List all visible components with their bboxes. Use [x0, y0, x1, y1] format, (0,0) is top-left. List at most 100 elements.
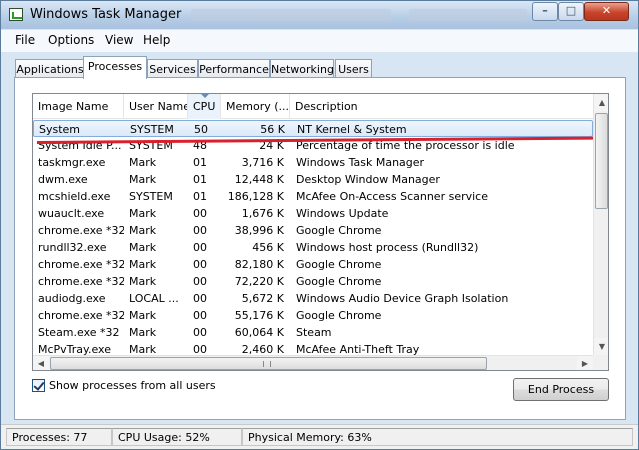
- cell-cpu: 00: [193, 275, 207, 288]
- cell-image: dwm.exe: [38, 173, 88, 186]
- cell-cpu: 00: [193, 258, 207, 271]
- table-row[interactable]: audiodg.exe LOCAL ... 00 5,672 K Windows Aud…: [33, 290, 593, 307]
- table-row[interactable]: mcshield.exe SYSTEM 01 186,128 K McAfee On-A…: [33, 188, 593, 205]
- cell-cpu: 00: [193, 326, 207, 339]
- scroll-up-icon[interactable]: ▲: [594, 94, 608, 111]
- background-taskbar-ghost: [409, 9, 527, 21]
- cell-cpu: 00: [193, 207, 207, 220]
- cell-memory: 456 K: [252, 241, 284, 254]
- menu-view[interactable]: View: [105, 33, 133, 47]
- cell-description: Windows host process (Rundll32): [296, 241, 479, 254]
- cell-cpu: 00: [193, 292, 207, 305]
- cell-description: Google Chrome: [296, 309, 382, 322]
- sort-arrow-icon: [201, 94, 209, 98]
- tab-processes[interactable]: Processes: [83, 56, 147, 79]
- tab-performance[interactable]: Performance: [198, 59, 270, 78]
- scroll-down-icon[interactable]: ▼: [594, 338, 608, 355]
- cell-image: chrome.exe *32: [38, 309, 124, 322]
- tab-users[interactable]: Users: [335, 59, 372, 78]
- cell-description: Google Chrome: [296, 258, 382, 271]
- table-row[interactable]: chrome.exe *32 Mark 00 38,996 K Google Chrom…: [33, 222, 593, 239]
- cell-memory: 12,448 K: [234, 173, 284, 186]
- cell-image: wuauclt.exe: [38, 207, 105, 220]
- menu-bar: File Options View Help: [1, 30, 638, 52]
- menu-file[interactable]: File: [15, 33, 35, 47]
- table-row[interactable]: chrome.exe *32 Mark 00 55,176 K Google Chrom…: [33, 307, 593, 324]
- cell-image: rundll32.exe: [38, 241, 107, 254]
- cell-cpu: 00: [193, 309, 207, 322]
- table-row[interactable]: taskmgr.exe Mark 01 3,716 K Windows Task Man…: [33, 154, 593, 171]
- cell-cpu: 50: [194, 123, 208, 136]
- cell-user: Mark: [129, 275, 157, 288]
- cell-description: Google Chrome: [296, 224, 382, 237]
- table-row[interactable]: chrome.exe *32 Mark 00 72,220 K Google Chrom…: [33, 273, 593, 290]
- task-manager-icon: [9, 8, 23, 21]
- scrollbar-corner: [593, 355, 608, 370]
- cell-memory: 186,128 K: [227, 190, 284, 203]
- scroll-grip-icon: [263, 361, 271, 367]
- scroll-left-icon[interactable]: ◀: [33, 356, 49, 370]
- cell-user: LOCAL ...: [129, 292, 179, 305]
- column-image-name[interactable]: Image Name: [33, 94, 124, 119]
- task-manager-window: Windows Task Manager – □ ✕ File Options …: [0, 0, 639, 450]
- column-memory[interactable]: Memory (...: [221, 94, 290, 119]
- table-row[interactable]: wuauclt.exe Mark 00 1,676 K Windows Update: [33, 205, 593, 222]
- status-cpu-usage: CPU Usage: 52%: [112, 428, 242, 446]
- column-header: Image Name User Name CPU Memory (... Des…: [33, 94, 593, 119]
- table-row[interactable]: System SYSTEM 50 56 K NT Kernel & System: [33, 120, 593, 137]
- cell-memory: 82,180 K: [234, 258, 284, 271]
- cell-memory: 5,672 K: [241, 292, 284, 305]
- cell-image: Steam.exe *32: [38, 326, 120, 339]
- close-icon[interactable]: ✕: [584, 2, 629, 21]
- cell-user: Mark: [129, 173, 157, 186]
- scroll-right-icon[interactable]: ▶: [577, 356, 593, 370]
- status-physical-memory: Physical Memory: 63%: [242, 428, 633, 446]
- cell-memory: 56 K: [260, 123, 285, 136]
- table-row[interactable]: rundll32.exe Mark 00 456 K Windows host proc…: [33, 239, 593, 256]
- window-title: Windows Task Manager: [30, 7, 182, 22]
- cell-memory: 72,220 K: [234, 275, 284, 288]
- cell-description: NT Kernel & System: [297, 123, 407, 136]
- cell-memory: 55,176 K: [234, 309, 284, 322]
- cell-user: SYSTEM: [130, 123, 174, 136]
- cell-image: mcshield.exe: [38, 190, 111, 203]
- tab-networking[interactable]: Networking: [270, 59, 334, 78]
- background-taskbar-ghost: [191, 9, 391, 21]
- table-row[interactable]: chrome.exe *32 Mark 00 82,180 K Google Chrom…: [33, 256, 593, 273]
- cell-user: Mark: [129, 309, 157, 322]
- end-process-button[interactable]: End Process: [513, 378, 609, 401]
- cell-user: Mark: [129, 224, 157, 237]
- table-row[interactable]: dwm.exe Mark 01 12,448 K Desktop Window Mana…: [33, 171, 593, 188]
- cell-description: Desktop Window Manager: [296, 173, 440, 186]
- column-description[interactable]: Description: [290, 94, 593, 119]
- cell-description: McAfee On-Access Scanner service: [296, 190, 488, 203]
- cell-cpu: 01: [193, 190, 207, 203]
- maximize-icon[interactable]: □: [558, 2, 584, 21]
- cell-description: Windows Audio Device Graph Isolation: [296, 292, 509, 305]
- vertical-scrollbar[interactable]: ▲ ▼: [593, 94, 608, 355]
- process-list[interactable]: Image Name User Name CPU Memory (... Des…: [32, 93, 609, 371]
- cell-description: Windows Task Manager: [296, 156, 425, 169]
- status-processes: Processes: 77: [6, 428, 112, 446]
- show-all-users-label[interactable]: Show processes from all users: [49, 379, 216, 392]
- column-user-name[interactable]: User Name: [124, 94, 188, 119]
- horizontal-scroll-thumb[interactable]: [50, 357, 487, 370]
- menu-help[interactable]: Help: [143, 33, 170, 47]
- minimize-icon[interactable]: –: [532, 2, 558, 21]
- title-bar[interactable]: Windows Task Manager – □ ✕: [1, 1, 638, 29]
- cell-cpu: 01: [193, 156, 207, 169]
- table-row[interactable]: Steam.exe *32 Mark 00 60,064 K Steam: [33, 324, 593, 341]
- checkmark-icon[interactable]: [32, 379, 45, 392]
- cell-image: audiodg.exe: [38, 292, 106, 305]
- vertical-scroll-thumb[interactable]: [595, 113, 608, 209]
- tab-services[interactable]: Services: [147, 59, 198, 78]
- cell-image: taskmgr.exe: [38, 156, 106, 169]
- status-bar: Processes: 77 CPU Usage: 52% Physical Me…: [1, 424, 638, 449]
- cell-description: Windows Update: [296, 207, 389, 220]
- cell-cpu: 00: [193, 224, 207, 237]
- tab-applications[interactable]: Applications: [15, 59, 85, 78]
- cell-image: System: [39, 123, 81, 136]
- horizontal-scrollbar[interactable]: ◀ ▶: [33, 355, 593, 370]
- menu-options[interactable]: Options: [48, 33, 94, 47]
- cell-memory: 1,676 K: [241, 207, 284, 220]
